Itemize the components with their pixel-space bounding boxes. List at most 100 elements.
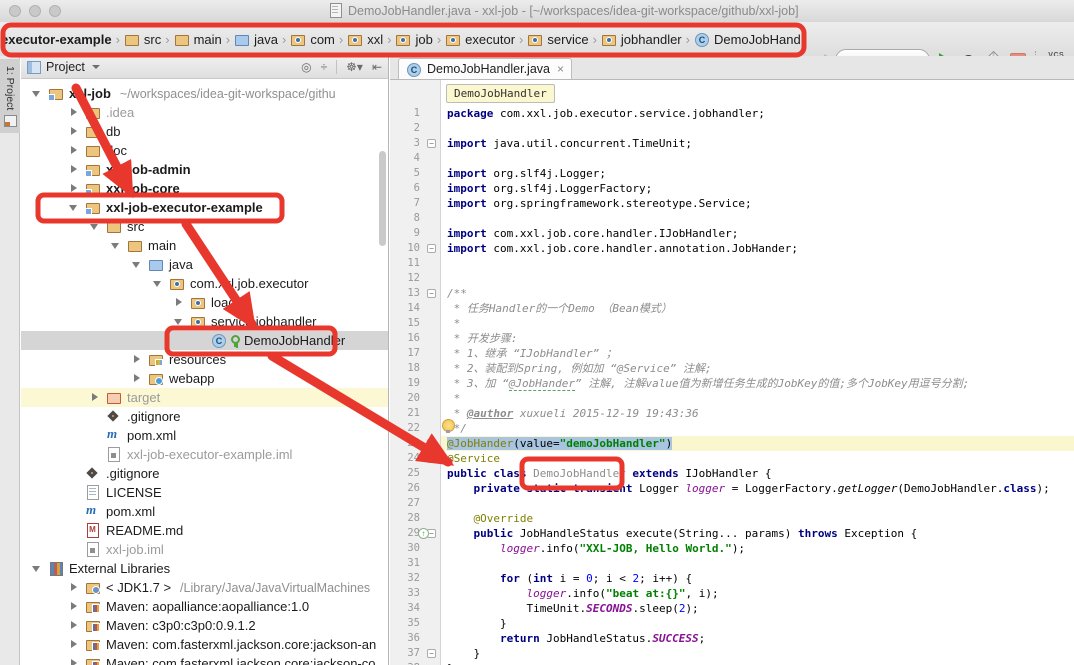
breadcrumb-demojobhandler[interactable]: DemoJobHandler [694, 32, 806, 47]
tree-chevron-spacer [89, 407, 101, 426]
folder-icon [85, 143, 101, 158]
tree-item-java[interactable]: java [21, 255, 388, 274]
line-number: 18 [390, 361, 420, 376]
breadcrumb-service[interactable]: service [527, 32, 588, 47]
tree-scrollbar[interactable] [379, 151, 386, 246]
breadcrumb-executor-example[interactable]: executor-example [1, 32, 112, 47]
chevron-down-icon[interactable] [92, 65, 100, 69]
breadcrumb-main[interactable]: main [174, 32, 222, 47]
tree-item-maven-aopalliance-aopalliance-1-0[interactable]: Maven: aopalliance:aopalliance:1.0 [21, 597, 388, 616]
fold-marker-icon[interactable]: − [427, 649, 436, 658]
fold-marker-icon[interactable]: − [427, 244, 436, 253]
tree-item-jdk1-7[interactable]: < JDK1.7 >/Library/Java/JavaVirtualMachi… [21, 578, 388, 597]
breadcrumb-executor[interactable]: executor [445, 32, 515, 47]
excluded-icon [106, 390, 122, 405]
tree-expand-chevron[interactable] [68, 103, 80, 122]
collapse-all-button[interactable]: ÷ [321, 60, 328, 74]
breadcrumb-xxl[interactable]: xxl [347, 32, 383, 47]
fold-marker-icon[interactable]: − [427, 439, 436, 448]
tree-item-gitignore[interactable]: .gitignore [21, 464, 388, 483]
tree-item-readme-md[interactable]: README.md [21, 521, 388, 540]
tree-expand-chevron[interactable] [68, 122, 80, 141]
tree-item-com-xxl-job-executor[interactable]: com.xxl.job.executor [21, 274, 388, 293]
tree-item-xxl-job-executor-example[interactable]: xxl-job-executor-example [21, 198, 388, 217]
tree-item-idea[interactable]: .idea [21, 103, 388, 122]
tree-item-pom-xml[interactable]: pom.xml [21, 502, 388, 521]
line-number: 13 [390, 286, 420, 301]
tree-expand-chevron[interactable] [68, 616, 80, 635]
breadcrumb-job[interactable]: job [395, 32, 432, 47]
tree-item-license[interactable]: LICENSE [21, 483, 388, 502]
tree-item-xxl-job-admin[interactable]: xxl-job-admin [21, 160, 388, 179]
tree-expand-chevron[interactable] [68, 635, 80, 654]
tree-item-label: db [106, 124, 120, 139]
tree-expand-chevron[interactable] [131, 369, 143, 388]
tree-item-maven-com-fasterxml-jackson-core-jackson-co[interactable]: Maven: com.fasterxml.jackson.core:jackso… [21, 654, 388, 665]
tree-expand-chevron[interactable] [68, 597, 80, 616]
tree-expand-chevron[interactable] [68, 578, 80, 597]
close-window-button[interactable] [9, 5, 21, 17]
tree-item-resources[interactable]: resources [21, 350, 388, 369]
tree-collapse-chevron[interactable] [89, 217, 101, 236]
zoom-window-button[interactable] [49, 5, 61, 17]
breadcrumb-separator-icon: › [165, 32, 169, 47]
tree-collapse-chevron[interactable] [31, 559, 43, 578]
tree-expand-chevron[interactable] [68, 141, 80, 160]
sidebar-item-project[interactable]: 1: Project [0, 59, 20, 133]
tree-item-service-jobhandler[interactable]: service.jobhandler [21, 312, 388, 331]
tree-expand-chevron[interactable] [89, 388, 101, 407]
editor[interactable]: DemoJobHandler.java × DemoJobHandler 1pa… [390, 56, 1074, 665]
tree-item-loader[interactable]: loader [21, 293, 388, 312]
key-icon [230, 334, 239, 348]
tree-item-demojobhandler[interactable]: DemoJobHandler [21, 331, 388, 350]
tree-item-gitignore[interactable]: .gitignore [21, 407, 388, 426]
breadcrumb-jobhandler[interactable]: jobhandler [601, 32, 682, 47]
settings-gear-button[interactable]: ☸▾ [346, 60, 363, 74]
tree-chevron-spacer [89, 445, 101, 464]
code-line-5: import org.slf4j.Logger; [447, 166, 606, 181]
tree-item-doc[interactable]: doc [21, 141, 388, 160]
tree-item-maven-c3p0-c3p0-0-9-1-2[interactable]: Maven: c3p0:c3p0:0.9.1.2 [21, 616, 388, 635]
tree-item-webapp[interactable]: webapp [21, 369, 388, 388]
tree-item-src[interactable]: src [21, 217, 388, 236]
tree-item-main[interactable]: main [21, 236, 388, 255]
tree-expand-chevron[interactable] [173, 293, 185, 312]
project-panel-title[interactable]: Project [46, 60, 85, 74]
tree-item-label: xxl-job-core [106, 181, 180, 196]
tree-collapse-chevron[interactable] [152, 274, 164, 293]
code-line-14: * 任务Handler的一个Demo （Bean模式） [447, 301, 672, 316]
tree-collapse-chevron[interactable] [173, 312, 185, 331]
tree-item-xxl-job-iml[interactable]: xxl-job.iml [21, 540, 388, 559]
fold-marker-icon[interactable]: − [427, 139, 436, 148]
fold-marker-icon[interactable]: − [427, 454, 436, 463]
breadcrumb-com[interactable]: com [290, 32, 335, 47]
tree-expand-chevron[interactable] [68, 160, 80, 179]
line-number: 22 [390, 421, 420, 436]
code-area[interactable]: 1package com.xxl.job.executor.service.jo… [390, 56, 1074, 665]
tree-expand-chevron[interactable] [68, 179, 80, 198]
tree-item-db[interactable]: db [21, 122, 388, 141]
line-number: 19 [390, 376, 420, 391]
tree-item-xxl-job-core[interactable]: xxl-job-core [21, 179, 388, 198]
tree-collapse-chevron[interactable] [131, 255, 143, 274]
tree-expand-chevron[interactable] [131, 350, 143, 369]
scroll-from-source-button[interactable]: ◎ [301, 60, 311, 74]
hide-panel-button[interactable]: ⇤ [372, 60, 382, 74]
tree-item-pom-xml[interactable]: pom.xml [21, 426, 388, 445]
tree-collapse-chevron[interactable] [31, 84, 43, 103]
tree-item-xxl-job-executor-example-iml[interactable]: xxl-job-executor-example.iml [21, 445, 388, 464]
line-number: 5 [390, 166, 420, 181]
tree-item-target[interactable]: target [21, 388, 388, 407]
overriding-method-icon[interactable]: ↑ [418, 528, 429, 539]
line-number: 27 [390, 496, 420, 511]
breadcrumb-java[interactable]: java [234, 32, 278, 47]
tree-item-maven-com-fasterxml-jackson-core-jackson-an[interactable]: Maven: com.fasterxml.jackson.core:jackso… [21, 635, 388, 654]
tree-item-external-libraries[interactable]: External Libraries [21, 559, 388, 578]
fold-marker-icon[interactable]: − [427, 289, 436, 298]
minimize-window-button[interactable] [29, 5, 41, 17]
tree-expand-chevron[interactable] [68, 654, 80, 665]
breadcrumb-src[interactable]: src [124, 32, 161, 47]
tree-collapse-chevron[interactable] [110, 236, 122, 255]
tree-collapse-chevron[interactable] [68, 198, 80, 217]
tree-item-xxl-job[interactable]: xxl-job~/workspaces/idea-git-workspace/g… [21, 84, 388, 103]
